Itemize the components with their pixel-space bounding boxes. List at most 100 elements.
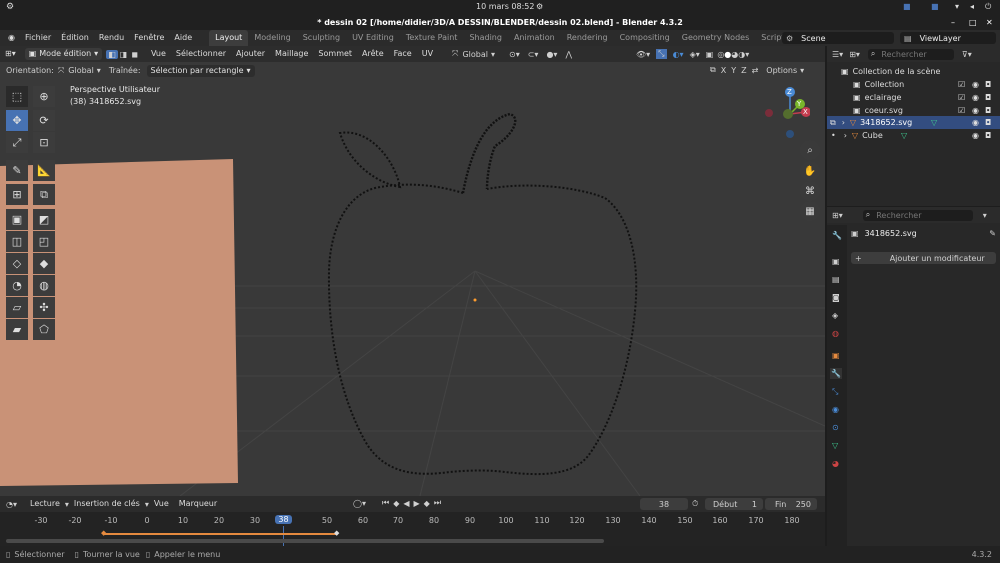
drag-dropdown[interactable]: Sélection par rectangle ▾ bbox=[146, 64, 255, 77]
menu-aide[interactable]: Aide bbox=[169, 30, 197, 46]
annotate-tool-icon[interactable]: ✎ bbox=[6, 160, 28, 181]
end-frame-field[interactable]: Fin 250 bbox=[765, 498, 817, 510]
eye-icon[interactable]: ◉ bbox=[972, 106, 979, 115]
shrink-fatten-tool-icon[interactable]: ◍ bbox=[33, 275, 55, 296]
outliner-item-collection[interactable]: ▣ Collection ☑ ◉ ◘ bbox=[827, 78, 1000, 91]
tab-sculpting[interactable]: Sculpting bbox=[297, 30, 346, 46]
outliner-item-3418652[interactable]: ⧉ › ▽ 3418652.svg ▽ ◉ ◘ bbox=[827, 116, 1000, 129]
solid-shading-icon[interactable]: ● bbox=[724, 50, 731, 59]
cursor-tool-icon[interactable]: ⊕ bbox=[33, 86, 55, 107]
chevron-down-icon[interactable]: ▾ bbox=[983, 211, 987, 220]
tab-geometry-nodes[interactable]: Geometry Nodes bbox=[676, 30, 755, 46]
menu-maillage[interactable]: Maillage bbox=[270, 46, 313, 62]
menu-fenetre[interactable]: Fenêtre bbox=[129, 30, 169, 46]
menu-vue[interactable]: Vue bbox=[146, 46, 171, 62]
menu-selectionner[interactable]: Sélectionner bbox=[171, 46, 231, 62]
poly-build-tool-icon[interactable]: ◇ bbox=[6, 253, 28, 274]
menu-ajouter[interactable]: Ajouter bbox=[231, 46, 270, 62]
overlays-icon[interactable]: ◐▾ bbox=[673, 50, 684, 59]
eye-icon[interactable]: ◉ bbox=[972, 80, 979, 89]
pin-icon[interactable]: ✎ bbox=[989, 229, 996, 238]
menu-lecture[interactable]: Lecture bbox=[25, 496, 65, 512]
inset-tool-icon[interactable]: ▣ bbox=[6, 209, 28, 230]
object-tab-icon[interactable]: ▣ bbox=[832, 351, 840, 360]
blender-logo-icon[interactable]: ◉ bbox=[0, 30, 20, 46]
close-icon[interactable]: ✕ bbox=[986, 15, 993, 30]
leaf-curve[interactable] bbox=[338, 131, 402, 189]
physics-tab-icon[interactable]: ◉ bbox=[832, 405, 839, 414]
edge-select-icon[interactable]: ◨ bbox=[118, 50, 130, 59]
volume-icon[interactable]: ◂ bbox=[970, 2, 974, 11]
tool-tab-icon[interactable]: 🔧 bbox=[832, 231, 842, 240]
vertex-select-icon[interactable]: ◧ bbox=[106, 49, 118, 59]
menu-vue-timeline[interactable]: Vue bbox=[149, 496, 174, 512]
transform-orientation-dropdown[interactable]: ⤧ Global ▾ bbox=[452, 49, 495, 59]
keyframe-icon[interactable]: ◆ bbox=[101, 529, 106, 537]
prev-keyframe-icon[interactable]: ◆ bbox=[393, 499, 399, 508]
view-layer-tab-icon[interactable]: ◙ bbox=[832, 293, 840, 302]
rip-tool-icon[interactable]: ▰ bbox=[6, 319, 28, 340]
curve-icon[interactable]: ⋀ bbox=[565, 50, 572, 59]
measure-tool-icon[interactable]: 📐 bbox=[33, 160, 55, 181]
pivot-icon[interactable]: ⊙▾ bbox=[509, 50, 520, 59]
eye-icon[interactable]: ◉ bbox=[972, 131, 979, 140]
add-modifier-button[interactable]: + Ajouter un modificateur bbox=[851, 252, 996, 264]
wireframe-shading-icon[interactable]: ◎ bbox=[717, 50, 724, 59]
tab-compositing[interactable]: Compositing bbox=[614, 30, 676, 46]
orientation-dropdown[interactable]: ⤧ Global ▾ bbox=[58, 66, 101, 76]
editor-type-icon[interactable]: ⊞▾ bbox=[0, 46, 21, 62]
rendered-shading-icon[interactable]: ◑ bbox=[738, 50, 745, 59]
play-icon[interactable]: ▶ bbox=[414, 499, 420, 508]
perspective-toggle-icon[interactable]: ▦ bbox=[800, 201, 820, 221]
scene-selector[interactable]: ⚙ Scene bbox=[782, 32, 894, 44]
constraints-tab-icon[interactable]: ⊙ bbox=[832, 423, 839, 432]
render-tab-icon[interactable]: ▣ bbox=[832, 257, 840, 266]
material-tab-icon[interactable]: ◕ bbox=[832, 459, 839, 468]
edit-mode-icon[interactable]: ⧉ bbox=[830, 118, 836, 128]
camera-icon[interactable]: ◘ bbox=[985, 131, 991, 140]
shear-tool-icon[interactable]: ▱ bbox=[6, 297, 28, 318]
tray-app-icon[interactable]: ■ bbox=[931, 2, 939, 11]
mirror-x-toggle[interactable]: X bbox=[721, 66, 726, 75]
options-dropdown[interactable]: Options bbox=[766, 66, 797, 75]
menu-fichier[interactable]: Fichier bbox=[20, 30, 56, 46]
mirror-y-toggle[interactable]: Y bbox=[731, 66, 736, 75]
scene-tab-icon[interactable]: ◈ bbox=[832, 311, 838, 320]
properties-search[interactable]: ⌕ Rechercher bbox=[862, 209, 973, 221]
gizmo-icon[interactable]: ⤡ bbox=[656, 49, 667, 59]
material-shading-icon[interactable]: ◕ bbox=[731, 50, 738, 59]
play-reverse-icon[interactable]: ◀ bbox=[403, 499, 409, 508]
move-tool-icon[interactable]: ✥ bbox=[6, 110, 28, 131]
current-frame-field[interactable]: 38 bbox=[640, 498, 688, 510]
jump-start-icon[interactable]: ⏮ bbox=[382, 498, 389, 508]
camera-icon[interactable]: ◘ bbox=[985, 80, 991, 89]
playhead-frame[interactable]: 38 bbox=[275, 515, 292, 524]
menu-arete[interactable]: Arête bbox=[357, 46, 389, 62]
editor-type-icon[interactable]: ◔▾ bbox=[6, 500, 17, 509]
tab-modeling[interactable]: Modeling bbox=[248, 30, 296, 46]
wifi-icon[interactable]: ▾ bbox=[955, 2, 959, 11]
knife-tool-icon[interactable]: ◰ bbox=[33, 231, 55, 252]
menu-sommet[interactable]: Sommet bbox=[313, 46, 357, 62]
expand-chevron-icon[interactable]: › bbox=[844, 131, 847, 140]
vertex-slide-tool-icon[interactable]: ✣ bbox=[33, 297, 55, 318]
keyframe-icon[interactable]: ◆ bbox=[334, 529, 339, 537]
outliner-item-eclairage[interactable]: ▣ eclairage ☑ ◉ ◘ bbox=[827, 91, 1000, 104]
mode-selector[interactable]: ▣ Mode édition ▾ bbox=[24, 48, 103, 60]
snap-icon[interactable]: ⊂▾ bbox=[528, 50, 539, 59]
camera-view-icon[interactable]: ⌘ bbox=[800, 181, 820, 201]
outliner-item-scene-collection[interactable]: ▣ Collection de la scène bbox=[827, 65, 1000, 78]
start-frame-field[interactable]: Début 1 bbox=[705, 498, 763, 510]
face-select-icon[interactable]: ◼ bbox=[129, 50, 140, 59]
menu-rendu[interactable]: Rendu bbox=[94, 30, 129, 46]
tab-rendering[interactable]: Rendering bbox=[561, 30, 614, 46]
rip-region-tool-icon[interactable]: ⬠ bbox=[33, 319, 55, 340]
activities-icon[interactable]: ⚙ bbox=[6, 2, 14, 12]
topology-mirror-icon[interactable]: ⇄ bbox=[752, 66, 759, 75]
loop-cut-tool-icon[interactable]: ◫ bbox=[6, 231, 28, 252]
menu-insertion-cles[interactable]: Insertion de clés bbox=[69, 496, 145, 512]
outliner-search[interactable]: ⌕ Rechercher bbox=[867, 48, 954, 60]
menu-face[interactable]: Face bbox=[389, 46, 417, 62]
maximize-icon[interactable]: □ bbox=[969, 15, 977, 30]
tab-animation[interactable]: Animation bbox=[508, 30, 561, 46]
